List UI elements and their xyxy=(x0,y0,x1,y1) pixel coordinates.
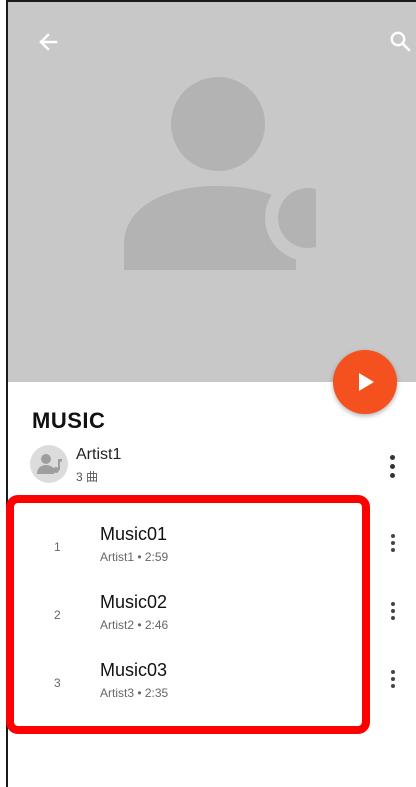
more-vert-icon-dot xyxy=(389,463,395,469)
album-more-button[interactable] xyxy=(382,450,402,482)
track-more-button[interactable] xyxy=(384,664,402,694)
track-more-button[interactable] xyxy=(384,528,402,558)
track-more-button[interactable] xyxy=(384,596,402,626)
more-vert-icon xyxy=(391,602,395,606)
screen: MUSIC Artist1 3 曲 1 Music01 Artist1 • 2:… xyxy=(0,0,416,787)
more-vert-icon-dot xyxy=(391,548,395,552)
play-icon xyxy=(359,373,374,391)
artist-music-icon xyxy=(37,454,62,474)
album-title: MUSIC xyxy=(32,408,106,433)
more-vert-icon-dot xyxy=(391,609,395,613)
more-vert-icon-dot xyxy=(389,472,395,478)
song-count: 3 曲 xyxy=(76,470,99,484)
more-vert-icon xyxy=(389,454,395,460)
more-vert-icon-dot xyxy=(391,677,395,681)
more-vert-icon-dot xyxy=(391,616,395,620)
highlight-frame xyxy=(6,495,370,734)
avatar xyxy=(30,445,68,483)
more-vert-icon xyxy=(391,670,395,674)
album-art-header xyxy=(8,2,416,382)
more-vert-icon xyxy=(391,534,395,538)
back-arrow-icon xyxy=(39,33,58,51)
search-icon xyxy=(390,31,411,52)
more-vert-icon-dot xyxy=(391,684,395,688)
play-button[interactable] xyxy=(333,350,397,414)
more-vert-icon-dot xyxy=(391,541,395,545)
artist-name: Artist1 xyxy=(76,446,122,463)
artist-row[interactable]: Artist1 3 曲 xyxy=(30,442,416,488)
search-button[interactable] xyxy=(384,26,416,56)
artist-music-placeholder-icon xyxy=(116,72,374,277)
back-button[interactable] xyxy=(32,28,64,56)
